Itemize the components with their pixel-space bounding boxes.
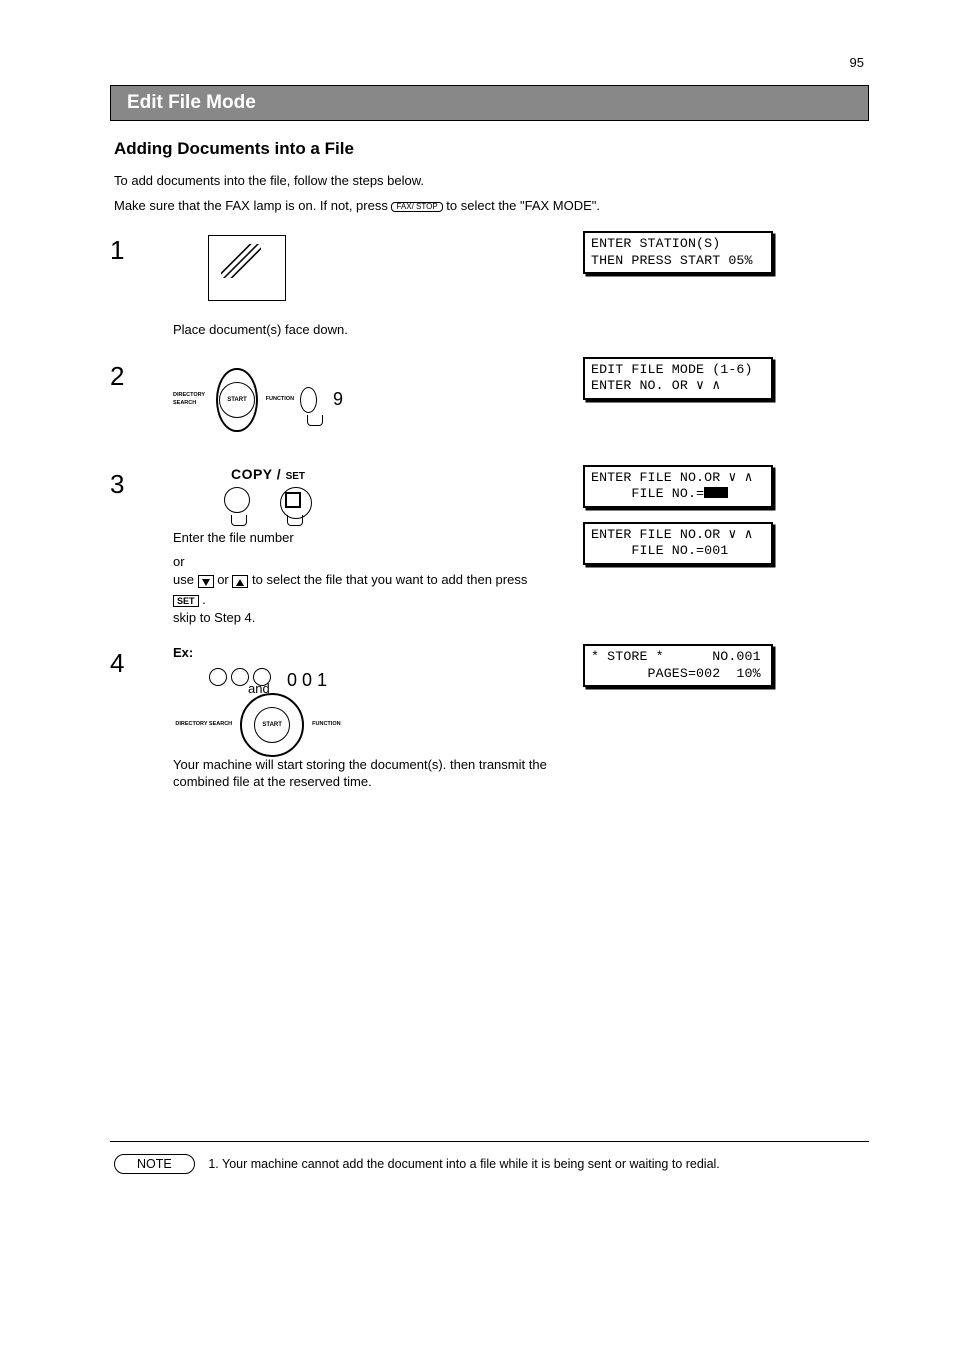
skip-note-a: Make sure that the FAX lamp is on. If no… [114,198,391,213]
set-label: SET [286,471,305,482]
lcd-display-3a: ENTER FILE NO.OR ∨ ∧ FILE NO.= [583,465,773,508]
key-9: 9 [333,387,343,411]
dial-label-function-2: FUNCTION [312,721,340,728]
copy-label: COPY [231,466,272,482]
step3-text-b: use [173,572,198,587]
press-button-icon [300,387,317,413]
step3-text-c: to select the file that you want to add … [252,572,527,587]
cursor-icon [704,487,728,498]
skip-note: Make sure that the FAX lamp is on. If no… [114,198,869,213]
step-number: 4 [110,644,173,790]
or-label: or [173,553,571,571]
document-icon [208,235,286,301]
or-word-inline: or [217,572,232,587]
manual-page: 95 Edit File Mode Adding Documents into … [0,0,954,1234]
step-1: 1 Place document(s) face down. ENTER STA… [110,231,869,339]
press-button-icon [224,487,250,513]
step-2: 2 DIRECTORY SEARCH START FUNCTION 9 EDIT… [110,357,869,447]
step-number: 1 [110,231,173,339]
dial-label-search: DIRECTORY SEARCH [173,392,208,407]
step4-text: Your machine will start storing the docu… [173,756,571,791]
dial-label-search-2: DIRECTORY SEARCH [175,721,232,728]
step3-text-a: Enter the file number [173,530,294,545]
step-3: 3 COPY / SET Enter the file number or us… [110,465,869,627]
page-number: 95 [850,55,864,70]
lcd-display-4: * STORE * NO.001 PAGES=002 10% [583,644,773,687]
step-number: 2 [110,357,173,447]
intro-text: To add documents into the file, follow t… [114,173,869,188]
dial-center-label-2: START [254,707,290,743]
start-dial-icon: DIRECTORY SEARCH START FUNCTION [173,702,343,748]
set-key-label: SET [173,595,199,607]
skip-note-b: to select the "FAX MODE". [446,198,600,213]
down-key-icon [198,575,214,588]
step-number: 3 [110,465,173,627]
ex-label: Ex: [173,644,571,662]
dial-label-function: FUNCTION [266,396,294,403]
key-001: 0 0 1 [287,668,327,692]
dial-center-label: START [219,382,255,418]
lcd-display-1: ENTER STATION(S) THEN PRESS START 05% [583,231,773,274]
function-dial-icon: DIRECTORY SEARCH START FUNCTION 9 [173,361,343,439]
lcd-display-3b: ENTER FILE NO.OR ∨ ∧ FILE NO.=001 [583,522,773,565]
note-text: 1. Your machine cannot add the document … [208,1155,719,1173]
note-label: NOTE [114,1154,195,1174]
lcd-display-2: EDIT FILE MODE (1-6) ENTER NO. OR ∨ ∧ [583,357,773,400]
step-1-text: Place document(s) face down. [173,321,571,339]
faxstop-icon: FAX/ STOP [391,202,442,212]
note-footer: NOTE 1. Your machine cannot add the docu… [110,1141,869,1174]
subtitle: Adding Documents into a File [114,139,869,159]
section-title: Edit File Mode [110,85,869,121]
up-key-icon [232,575,248,588]
step-4: 4 Ex: 0 0 1 and DIRECTORY SEARCH START F… [110,644,869,790]
set-button-icon [280,487,312,519]
skip-label: skip to Step 4. [173,610,255,625]
